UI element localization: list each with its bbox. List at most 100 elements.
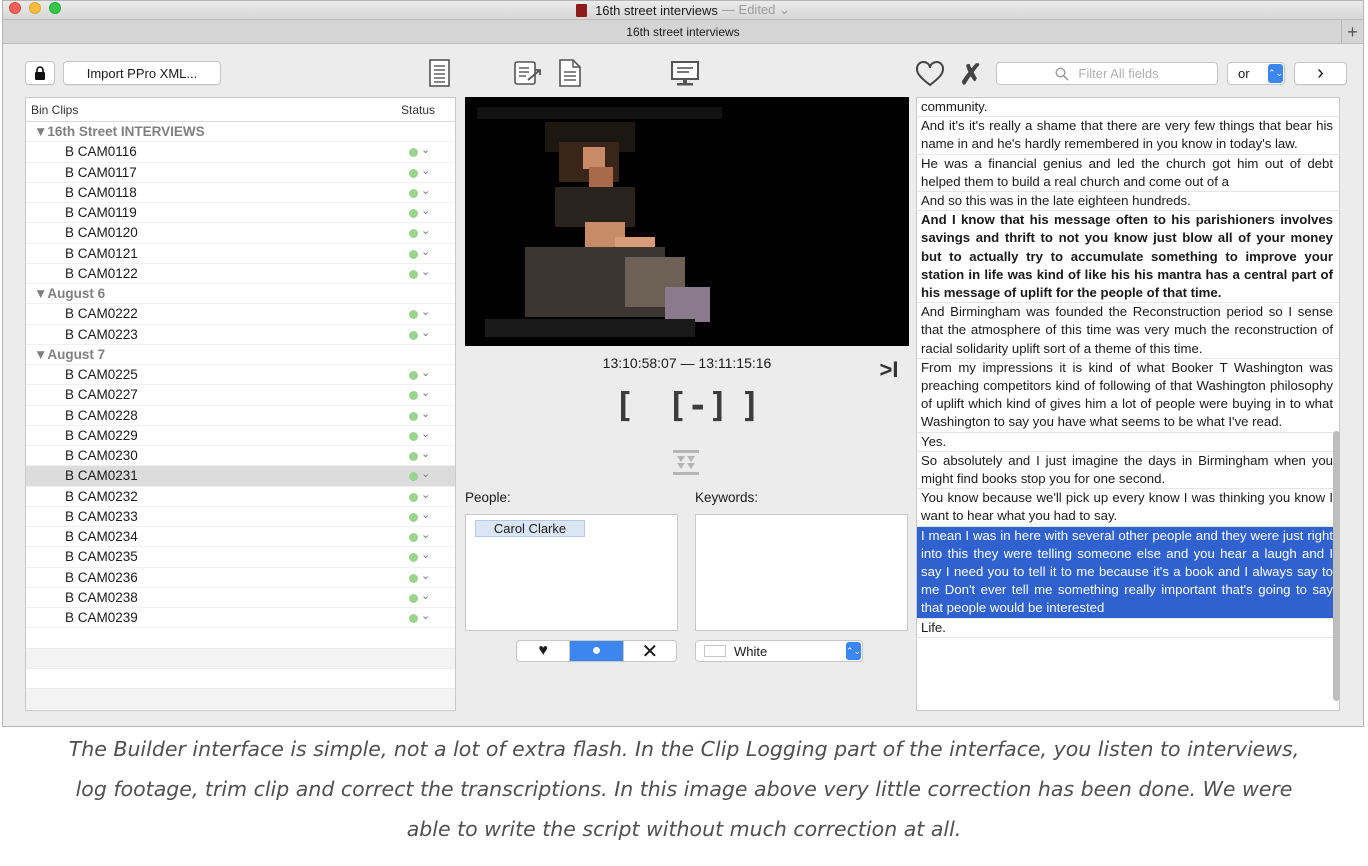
transcript-paragraph[interactable]: And it's it's really a shame that there … (917, 117, 1339, 155)
status-chevron-down-icon[interactable]: ⌄ (421, 224, 430, 237)
neutral-segment[interactable]: ● (569, 641, 623, 661)
transcript-paragraph[interactable]: Life. (917, 619, 1339, 638)
merge-down-icon[interactable] (670, 448, 702, 478)
status-dot-icon[interactable] (409, 148, 418, 158)
status-dot-icon[interactable] (409, 452, 418, 461)
status-dot-icon[interactable] (409, 269, 418, 279)
status-dot-icon[interactable] (409, 249, 418, 259)
status-chevron-down-icon[interactable]: ⌄ (421, 609, 430, 622)
bin-clip-row[interactable]: B CAM0121 ⌄ (26, 244, 455, 264)
status-dot-icon[interactable] (409, 209, 418, 218)
status-dot-icon[interactable] (409, 310, 418, 320)
minimize-window-button[interactable] (29, 2, 41, 14)
bin-clips-list[interactable]: Bin Clips Status ▼16th Street INTERVIEWS… (25, 97, 456, 711)
bin-clip-row[interactable]: B CAM0119 ⌄ (26, 203, 455, 224)
bin-clip-row[interactable]: B CAM0116 ⌄ (26, 142, 455, 163)
status-chevron-down-icon[interactable]: ⌄ (421, 589, 430, 602)
status-chevron-down-icon[interactable]: ⌄ (421, 427, 430, 440)
status-dot-icon[interactable] (409, 573, 418, 583)
status-dot-icon[interactable] (409, 330, 418, 340)
bin-clip-row[interactable]: B CAM0235 ⌄ (26, 547, 455, 568)
status-chevron-down-icon[interactable]: ⌄ (421, 488, 430, 501)
bin-clip-row[interactable]: B CAM0233 ⌄ (26, 507, 455, 527)
export-document-icon[interactable] (512, 58, 544, 88)
status-chevron-down-icon[interactable]: ⌄ (421, 326, 430, 339)
status-chevron-down-icon[interactable]: ⌄ (421, 508, 430, 521)
bin-group-row[interactable]: ▼August 7 (26, 345, 455, 365)
status-chevron-down-icon[interactable]: ⌄ (421, 143, 430, 156)
operator-stepper[interactable]: ⌃⌄ (1268, 64, 1283, 83)
status-dot-icon[interactable] (409, 188, 418, 198)
bin-clip-row[interactable]: B CAM0229 ⌄ (26, 426, 455, 446)
tab-title[interactable]: 16th street interviews (626, 25, 739, 39)
mark-in-button[interactable]: [ (614, 386, 634, 426)
status-dot-icon[interactable] (409, 229, 418, 239)
import-ppro-xml-button[interactable]: Import PPro XML... (63, 61, 221, 85)
color-stepper[interactable]: ⌃⌄ (846, 642, 861, 660)
status-dot-icon[interactable] (409, 614, 418, 623)
status-chevron-down-icon[interactable]: ⌄ (421, 245, 430, 258)
edited-indicator[interactable]: — Edited ⌄ (722, 2, 790, 18)
transcript-panel[interactable]: community. And it's it's really a shame t… (916, 97, 1340, 711)
transcript-paragraph[interactable]: From my impressions it is kind of what B… (917, 359, 1339, 433)
bin-group-row[interactable]: ▼August 6 (26, 284, 455, 305)
bin-clip-row[interactable]: B CAM0223 ⌄ (26, 325, 455, 345)
bin-clip-row[interactable]: B CAM0228 ⌄ (26, 406, 455, 426)
transcript-paragraph[interactable]: And so this was in the late eighteen hun… (917, 192, 1339, 212)
new-tab-button[interactable]: + (1341, 20, 1363, 44)
bin-clip-row[interactable]: B CAM0239 ⌄ (26, 608, 455, 629)
transcript-paragraph[interactable]: I mean I was in here with several other … (917, 526, 1339, 619)
close-window-button[interactable] (9, 2, 21, 14)
person-tag[interactable]: Carol Clarke (475, 520, 585, 537)
status-chevron-down-icon[interactable]: ⌄ (421, 548, 430, 561)
status-column-header[interactable]: Status (401, 103, 435, 117)
bin-clip-row[interactable]: B CAM0118 ⌄ (26, 183, 455, 203)
favorite-segment[interactable]: ♥ (517, 641, 569, 661)
bin-clip-row[interactable]: B CAM0122 ⌄ (26, 264, 455, 284)
status-dot-icon[interactable] (409, 391, 418, 401)
mark-clip-button[interactable]: [-] (667, 386, 728, 426)
status-chevron-down-icon[interactable]: ⌄ (421, 447, 430, 460)
filter-search-field[interactable]: Filter All fields (996, 62, 1218, 85)
bin-clip-row[interactable]: B CAM0238 ⌄ (26, 588, 455, 608)
lock-button[interactable] (25, 61, 55, 85)
reject-segment[interactable]: ✕ (622, 641, 676, 661)
bin-clip-row[interactable]: B CAM0236 ⌄ (26, 568, 455, 588)
bin-clip-row[interactable]: B CAM0234 ⌄ (26, 527, 455, 548)
status-dot-icon[interactable] (409, 553, 418, 563)
people-list[interactable]: Carol Clarke (465, 514, 678, 631)
bin-clip-row[interactable]: B CAM0222 ⌄ (26, 304, 455, 325)
document-list-icon[interactable] (427, 58, 453, 88)
status-chevron-down-icon[interactable]: ⌄ (421, 204, 430, 217)
bin-clip-row[interactable]: B CAM0120 ⌄ (26, 223, 455, 244)
transcript-paragraph[interactable]: And I know that his message often to his… (917, 211, 1339, 304)
status-dot-icon[interactable] (409, 533, 418, 542)
transcript-paragraph[interactable]: And Birmingham was founded the Reconstru… (917, 303, 1339, 359)
video-preview[interactable] (465, 97, 909, 346)
status-chevron-down-icon[interactable]: ⌄ (421, 305, 430, 318)
status-chevron-down-icon[interactable]: ⌄ (421, 265, 430, 278)
status-chevron-down-icon[interactable]: ⌄ (421, 569, 430, 582)
bin-clips-column-header[interactable]: Bin Clips (31, 103, 78, 117)
status-dot-icon[interactable] (409, 411, 418, 421)
transcript-paragraph[interactable]: He was a financial genius and led the ch… (917, 155, 1339, 193)
bin-clip-row[interactable]: B CAM0230 ⌄ (26, 446, 455, 467)
status-chevron-down-icon[interactable]: ⌄ (421, 164, 430, 177)
status-dot-icon[interactable] (409, 431, 418, 441)
zoom-window-button[interactable] (49, 2, 61, 14)
transcript-paragraph[interactable]: community. (917, 98, 1339, 118)
mark-out-button[interactable]: ] (740, 386, 760, 426)
status-dot-icon[interactable] (409, 168, 418, 178)
page-icon[interactable] (557, 58, 583, 88)
status-dot-icon[interactable] (409, 593, 418, 603)
bin-group-row[interactable]: ▼16th Street INTERVIEWS (26, 122, 455, 143)
transcript-scrollbar[interactable] (1333, 431, 1340, 701)
bin-clip-row[interactable]: B CAM0117 ⌄ (26, 163, 455, 183)
transcript-paragraph[interactable]: So absolutely and I just imagine the day… (917, 452, 1339, 490)
heart-icon[interactable] (915, 60, 945, 88)
status-dot-icon[interactable] (409, 512, 418, 522)
status-chevron-down-icon[interactable]: ⌄ (421, 528, 430, 541)
status-chevron-down-icon[interactable]: ⌄ (421, 366, 430, 379)
x-icon[interactable]: ✗ (958, 59, 984, 90)
go-to-end-button[interactable]: >I (873, 357, 905, 383)
